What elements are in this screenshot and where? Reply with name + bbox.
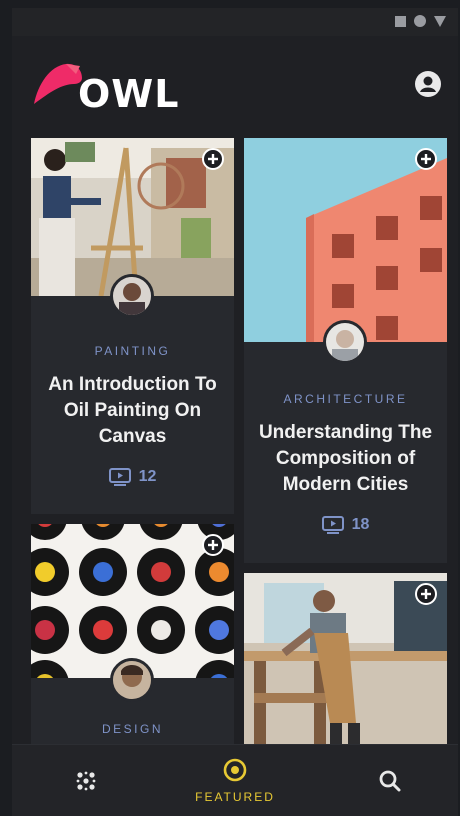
logo-text: OWL [78, 72, 180, 116]
card-title: An Introduction To Oil Painting On Canva… [48, 374, 217, 447]
account-icon [415, 71, 441, 97]
video-lessons-icon [321, 516, 344, 534]
featured-icon [223, 758, 247, 782]
course-card-woodworking[interactable] [244, 573, 447, 744]
plus-icon [202, 534, 224, 556]
card-title: Understanding The Composition of Modern … [258, 422, 433, 495]
author-photo [113, 661, 151, 699]
bottom-navigation: FEATURED [12, 744, 458, 816]
lesson-count: 18 [244, 516, 447, 534]
nav-browse[interactable] [26, 745, 146, 816]
course-card-design[interactable]: DESIGN [31, 524, 234, 744]
author-avatar[interactable] [110, 658, 154, 702]
plus-icon [415, 583, 437, 605]
plus-icon [202, 148, 224, 170]
account-button[interactable] [414, 70, 442, 98]
author-avatar[interactable] [323, 320, 367, 364]
dots-grid-icon [76, 771, 96, 791]
add-button[interactable] [202, 148, 224, 170]
nav-search[interactable] [330, 745, 450, 816]
app-header: OWL [12, 36, 458, 136]
nav-featured[interactable]: FEATURED [175, 745, 295, 816]
home-icon [414, 15, 426, 27]
course-card-painting[interactable]: PAINTING An Introduction To Oil Painting… [31, 138, 234, 514]
nav-featured-label: FEATURED [195, 790, 275, 804]
status-bar [12, 8, 458, 36]
video-lessons-icon [108, 468, 131, 486]
lesson-count-value: 12 [138, 468, 157, 485]
back-icon [434, 15, 446, 27]
card-category: PAINTING [94, 344, 171, 358]
card-category: ARCHITECTURE [283, 392, 408, 406]
author-photo [113, 277, 151, 315]
recents-icon [395, 15, 406, 27]
author-avatar[interactable] [110, 274, 154, 318]
search-icon [379, 770, 401, 792]
add-button[interactable] [415, 148, 437, 170]
lesson-count-value: 18 [351, 516, 370, 533]
card-category: DESIGN [101, 722, 163, 736]
course-card-architecture[interactable]: ARCHITECTURE Understanding The Compositi… [244, 138, 447, 563]
owl-logo: OWL [32, 62, 182, 122]
plus-icon [415, 148, 437, 170]
add-button[interactable] [202, 534, 224, 556]
author-photo [326, 323, 364, 361]
app-screen: OWL PAINTING An Introduction To Oil Pain… [12, 8, 458, 816]
add-button[interactable] [415, 583, 437, 605]
lesson-count: 12 [31, 468, 234, 486]
